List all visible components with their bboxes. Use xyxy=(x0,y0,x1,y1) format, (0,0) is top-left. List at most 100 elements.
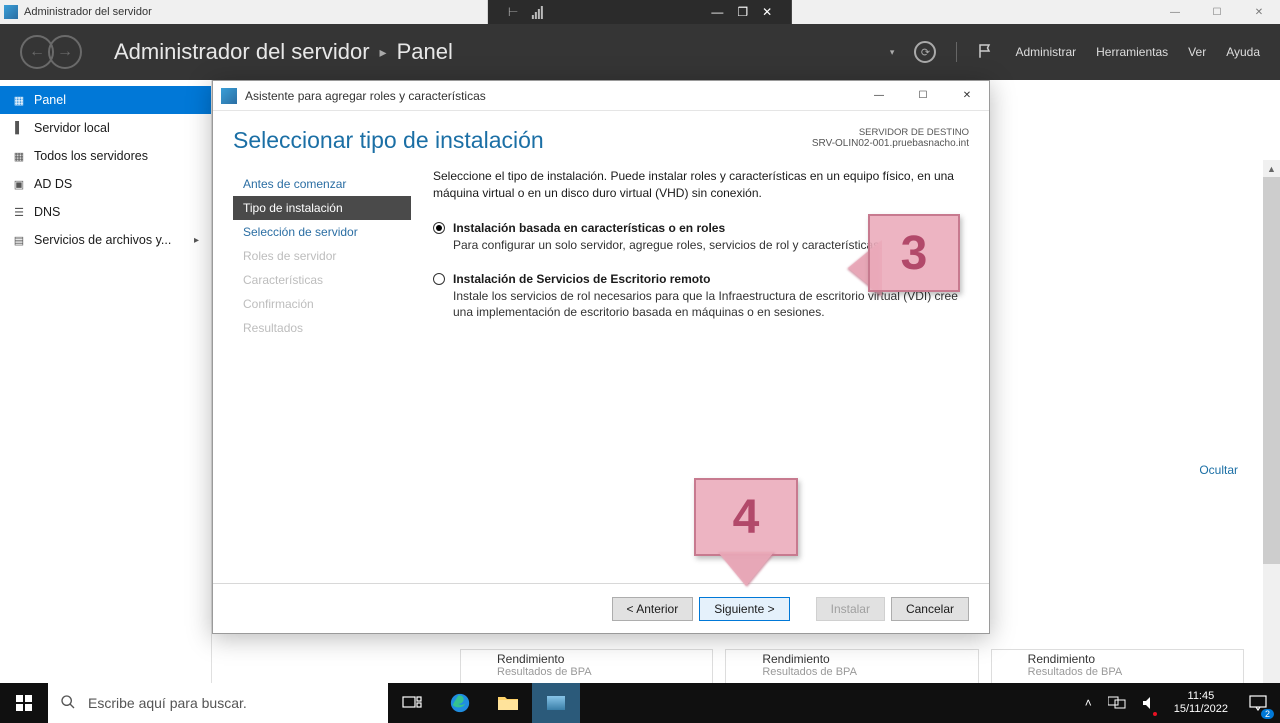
outer-window-titlebar: Administrador del servidor ⊢ — ❐ ✕ — ☐ ✕ xyxy=(0,0,1280,24)
sidebar-item-label: DNS xyxy=(34,205,60,219)
destination-server-block: SERVIDOR DE DESTINO SRV-OLIN02-001.prueb… xyxy=(812,127,969,149)
outer-close-button[interactable]: ✕ xyxy=(1238,0,1280,24)
step-features: Características xyxy=(233,268,411,292)
action-center-button[interactable]: 2 xyxy=(1236,683,1280,723)
install-button: Instalar xyxy=(816,597,885,621)
taskbar-clock[interactable]: 11:45 15/11/2022 xyxy=(1166,690,1236,716)
windows-taskbar: Escribe aquí para buscar. ˄ 11:45 15/11/… xyxy=(0,683,1280,723)
adds-icon: ▣ xyxy=(12,177,26,191)
sidebar-item-panel[interactable]: ▦ Panel xyxy=(0,86,211,114)
bg-panel-sub: Resultados de BPA xyxy=(1028,666,1207,678)
outer-window-title: Administrador del servidor xyxy=(24,6,152,18)
sidebar-item-label: Servicios de archivos y... xyxy=(34,233,171,247)
menu-herramientas[interactable]: Herramientas xyxy=(1096,45,1168,59)
step-results: Resultados xyxy=(233,316,411,340)
outer-minimize-button[interactable]: — xyxy=(1154,0,1196,24)
step-server-selection[interactable]: Selección de servidor xyxy=(233,220,411,244)
taskbar-app-server-manager[interactable] xyxy=(532,683,580,723)
step-installation-type[interactable]: Tipo de instalación xyxy=(233,196,411,220)
divider xyxy=(956,42,957,62)
wizard-close-button[interactable]: ✕ xyxy=(945,81,989,111)
taskbar-app-explorer[interactable] xyxy=(484,683,532,723)
menu-ver[interactable]: Ver xyxy=(1188,45,1206,59)
clock-time: 11:45 xyxy=(1188,690,1215,703)
refresh-icon[interactable]: ⟳ xyxy=(914,41,936,63)
menu-administrar[interactable]: Administrar xyxy=(1015,45,1076,59)
radio-unselected-icon[interactable] xyxy=(433,273,445,285)
nav-forward-button[interactable]: → xyxy=(48,35,82,69)
sidebar-item-label: Todos los servidores xyxy=(34,149,148,163)
vertical-scrollbar[interactable]: ▲ xyxy=(1263,160,1280,683)
sidebar-item-adds[interactable]: ▣ AD DS xyxy=(0,170,211,198)
wizard-intro-text: Seleccione el tipo de instalación. Puede… xyxy=(433,168,969,203)
wizard-icon xyxy=(221,88,237,104)
breadcrumb: Administrador del servidor ▸ Panel xyxy=(114,39,453,65)
bg-panel: Rendimiento Resultados de BPA xyxy=(991,649,1244,683)
arrow-down-icon xyxy=(718,552,774,586)
header-menu: ▾ ⟳ Administrar Herramientas Ver Ayuda xyxy=(890,24,1260,80)
bg-panel-sub: Resultados de BPA xyxy=(762,666,941,678)
server-manager-header: ← → Administrador del servidor ▸ Panel ▾… xyxy=(0,24,1280,80)
wizard-minimize-button[interactable]: — xyxy=(857,81,901,111)
step-confirmation: Confirmación xyxy=(233,292,411,316)
notification-count-badge: 2 xyxy=(1261,709,1274,719)
sidebar-item-file-services[interactable]: ▤ Servicios de archivos y... ▸ xyxy=(0,226,211,254)
background-panels: Rendimiento Resultados de BPA Rendimient… xyxy=(460,649,1244,683)
server-manager-icon xyxy=(4,5,18,19)
chevron-right-icon: ▸ xyxy=(194,235,199,246)
callout-number: 3 xyxy=(901,226,928,281)
wizard-maximize-button[interactable]: ☐ xyxy=(901,81,945,111)
sidebar-item-all-servers[interactable]: ▦ Todos los servidores xyxy=(0,142,211,170)
remote-restore-button[interactable]: ❐ xyxy=(737,5,748,19)
sidebar-item-label: Panel xyxy=(34,93,66,107)
search-icon xyxy=(60,694,76,713)
next-button[interactable]: Siguiente > xyxy=(699,597,789,621)
previous-button[interactable]: < Anterior xyxy=(612,597,694,621)
radio-selected-icon[interactable] xyxy=(433,222,445,234)
taskbar-search-input[interactable]: Escribe aquí para buscar. xyxy=(48,683,388,723)
wizard-heading: Seleccionar tipo de instalación xyxy=(233,127,544,154)
windows-logo-icon xyxy=(16,695,32,711)
wizard-header: Seleccionar tipo de instalación SERVIDOR… xyxy=(213,111,989,164)
cancel-button[interactable]: Cancelar xyxy=(891,597,969,621)
notifications-flag-icon[interactable] xyxy=(977,42,995,63)
menu-ayuda[interactable]: Ayuda xyxy=(1226,45,1260,59)
chevron-right-icon: ▸ xyxy=(380,44,387,61)
task-view-button[interactable] xyxy=(388,683,436,723)
dropdown-icon[interactable]: ▾ xyxy=(890,47,895,58)
files-icon: ▤ xyxy=(12,233,26,247)
remote-minimize-button[interactable]: — xyxy=(711,5,723,19)
sidebar-item-local-server[interactable]: ▌ Servidor local xyxy=(0,114,211,142)
scroll-up-arrow[interactable]: ▲ xyxy=(1263,160,1280,177)
dashboard-icon: ▦ xyxy=(12,93,26,107)
error-badge-icon xyxy=(1152,711,1158,717)
start-button[interactable] xyxy=(0,683,48,723)
bg-panel-label: Rendimiento xyxy=(762,652,941,666)
server-manager-icon xyxy=(547,696,565,710)
tray-overflow-button[interactable]: ˄ xyxy=(1077,683,1100,723)
ocultar-link[interactable]: Ocultar xyxy=(1199,463,1238,477)
bg-panel: Rendimiento Resultados de BPA xyxy=(725,649,978,683)
sidebar-item-dns[interactable]: ☰ DNS xyxy=(0,198,211,226)
breadcrumb-root: Administrador del servidor xyxy=(114,39,370,65)
remote-close-button[interactable]: ✕ xyxy=(762,5,772,19)
taskbar-app-edge[interactable] xyxy=(436,683,484,723)
tray-volume-icon[interactable] xyxy=(1134,683,1166,723)
option-title: Instalación de Servicios de Escritorio r… xyxy=(453,272,710,286)
add-roles-wizard-dialog: Asistente para agregar roles y caracterí… xyxy=(212,80,990,634)
annotation-callout-4: 4 xyxy=(694,478,798,556)
outer-maximize-button[interactable]: ☐ xyxy=(1196,0,1238,24)
callout-number: 4 xyxy=(733,490,760,545)
wizard-title: Asistente para agregar roles y caracterí… xyxy=(245,89,486,103)
clock-date: 15/11/2022 xyxy=(1174,703,1228,716)
option-desc: Instale los servicios de rol necesarios … xyxy=(453,288,969,322)
tray-displays-icon[interactable] xyxy=(1100,683,1134,723)
step-before-you-begin[interactable]: Antes de comenzar xyxy=(233,172,411,196)
scrollbar-thumb[interactable] xyxy=(1263,177,1280,564)
bg-panel-sub: Resultados de BPA xyxy=(497,666,676,678)
wizard-titlebar[interactable]: Asistente para agregar roles y caracterí… xyxy=(213,81,989,111)
sidebar: ▦ Panel ▌ Servidor local ▦ Todos los ser… xyxy=(0,80,212,683)
breadcrumb-leaf: Panel xyxy=(397,39,453,65)
wizard-steps-nav: Antes de comenzar Tipo de instalación Se… xyxy=(233,168,411,544)
remote-connection-bar[interactable]: ⊢ — ❐ ✕ xyxy=(488,0,792,24)
